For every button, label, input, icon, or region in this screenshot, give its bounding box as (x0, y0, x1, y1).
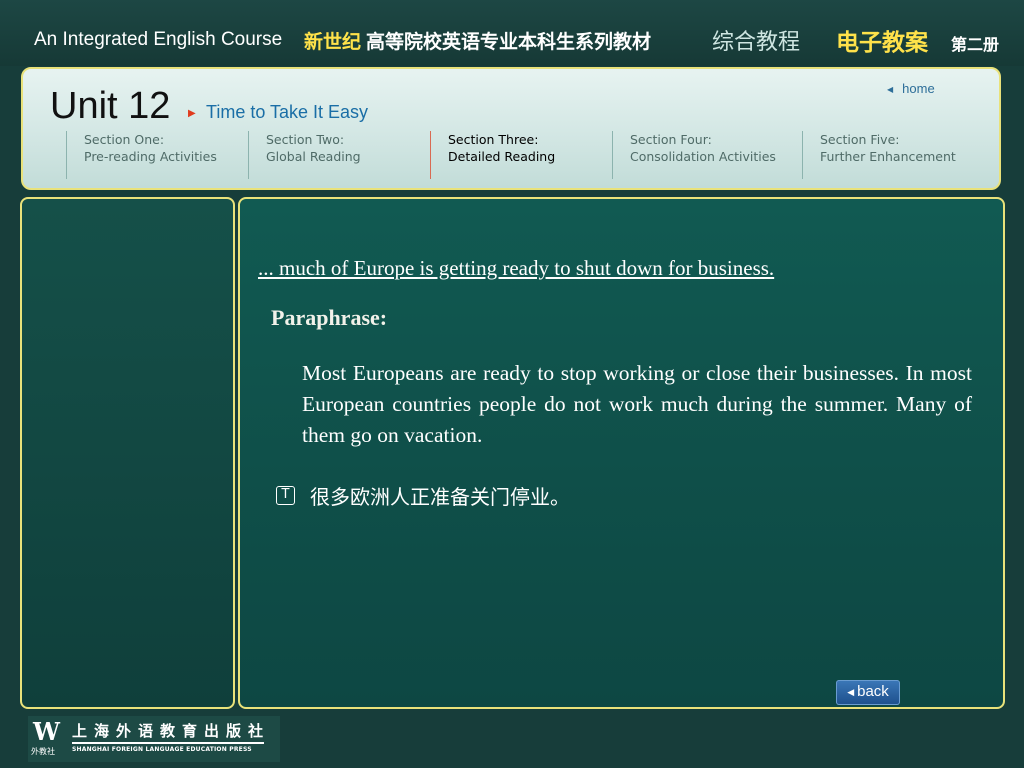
paraphrase-text: Most Europeans are ready to stop working… (302, 361, 972, 447)
course-title-english: An Integrated English Course (34, 29, 283, 50)
tab-section-one-number: Section One: (84, 132, 165, 147)
publisher-name-english: SHANGHAI FOREIGN LANGUAGE EDUCATION PRES… (72, 746, 252, 753)
tab-section-two-title: Global Reading (266, 149, 361, 164)
header-panel: Unit 12 ▶ Time to Take It Easy ◀ home Sec… (21, 67, 1001, 190)
course-title-book: 综合教程 (712, 30, 801, 55)
back-button[interactable]: ◀ back (836, 680, 900, 705)
publisher-logo: W 外教社 上海外语教育出版社 SHANGHAI FOREIGN LANGUAG… (28, 716, 280, 762)
quoted-sentence: ... much of Europe is getting ready to s… (258, 256, 775, 280)
tab-section-one[interactable]: Section One: Pre-reading Activities (66, 131, 246, 179)
tab-section-three[interactable]: Section Three: Detailed Reading (430, 131, 610, 179)
tab-section-five-title: Further Enhancement (820, 149, 956, 164)
unit-title: Unit 12 (50, 85, 171, 127)
course-title-series-prefix: 新世纪 (304, 31, 362, 53)
chinese-translation: 很多欧洲人正准备关门停业。 (310, 485, 570, 509)
tab-section-two-number: Section Two: (266, 132, 345, 147)
tab-section-one-title: Pre-reading Activities (84, 149, 217, 164)
top-banner: An Integrated English Course 新世纪 高等院校英语专… (0, 0, 1024, 66)
tab-section-four-title: Consolidation Activities (630, 149, 776, 164)
publisher-mark-caption: 外教社 (31, 747, 55, 756)
tab-section-three-title: Detailed Reading (448, 149, 556, 164)
tab-section-four[interactable]: Section Four: Consolidation Activities (612, 131, 800, 179)
unit-subtitle: Time to Take It Easy (206, 102, 369, 122)
tab-section-five-number: Section Five: (820, 132, 900, 147)
tab-section-three-number: Section Three: (448, 132, 539, 147)
publisher-mark-icon: W (33, 717, 60, 746)
tab-section-two[interactable]: Section Two: Global Reading (248, 131, 428, 179)
paraphrase-heading: Paraphrase: (271, 305, 388, 330)
tab-section-five[interactable]: Section Five: Further Enhancement (802, 131, 982, 179)
triangle-left-icon: ◀ (847, 687, 855, 697)
home-link[interactable]: ◀ home (887, 81, 935, 96)
publisher-name-chinese: 上海外语教育出版社 (72, 722, 271, 740)
triangle-left-icon: ◀ (887, 85, 894, 94)
back-label: back (857, 683, 889, 700)
home-label: home (902, 81, 935, 96)
left-side-panel (20, 197, 235, 709)
course-title-series: 高等院校英语专业本科生系列教材 (366, 31, 652, 53)
course-title-volume: 第二册 (951, 35, 1000, 54)
course-title-courseware: 电子教案 (836, 30, 928, 56)
triangle-right-icon: ▶ (188, 108, 196, 119)
publisher-divider (72, 742, 264, 744)
tab-section-four-number: Section Four: (630, 132, 712, 147)
translation-icon[interactable]: T (276, 486, 295, 505)
main-content-panel: ... much of Europe is getting ready to s… (238, 197, 1005, 709)
